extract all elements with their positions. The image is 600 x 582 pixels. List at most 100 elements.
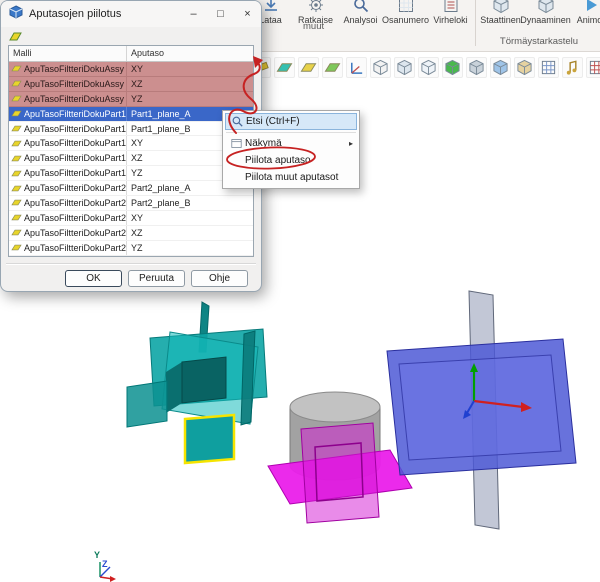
menu-item-label: Piilota aputaso bbox=[245, 155, 311, 166]
plane-table: Malli Aputaso ApuTasoFiltteriDokuAssy XY… bbox=[8, 45, 254, 257]
peruuta-button[interactable]: Peruuta bbox=[128, 270, 185, 287]
grid-blue-icon[interactable] bbox=[538, 57, 559, 78]
column-header-malli[interactable]: Malli bbox=[9, 46, 127, 61]
plane-icon bbox=[9, 93, 24, 104]
table-row[interactable]: ApuTasoFiltteriDokuPart1 Part1_plane_B bbox=[9, 122, 253, 137]
cube-blue-icon[interactable] bbox=[490, 57, 511, 78]
magnifier-icon bbox=[228, 115, 246, 128]
menu-item-label: Näkymä bbox=[245, 138, 282, 149]
table-row[interactable]: ApuTasoFiltteriDokuAssy XZ bbox=[9, 77, 253, 92]
ribbon-button-label: Staattinen bbox=[480, 15, 521, 25]
menu-item-etsi[interactable]: Etsi (Ctrl+F) bbox=[225, 113, 357, 130]
table-row[interactable]: ApuTasoFiltteriDokuPart2 XZ bbox=[9, 226, 253, 241]
dialog-title-bar[interactable]: Aputasojen piilotus – □ × bbox=[1, 1, 261, 27]
cell-malli: ApuTasoFiltteriDokuAssy bbox=[24, 62, 127, 76]
table-row[interactable]: ApuTasoFiltteriDokuPart1 Part1_plane_A bbox=[9, 107, 253, 122]
table-row[interactable]: ApuTasoFiltteriDokuPart2 XY bbox=[9, 211, 253, 226]
ok-button[interactable]: OK bbox=[65, 270, 122, 287]
table-row[interactable]: ApuTasoFiltteriDokuPart1 XZ bbox=[9, 151, 253, 166]
cell-malli: ApuTasoFiltteriDokuPart1 bbox=[24, 136, 127, 150]
dialog-app-icon bbox=[9, 5, 23, 24]
cube-wire-icon[interactable] bbox=[418, 57, 439, 78]
cube-icon bbox=[537, 0, 555, 14]
plane-icon bbox=[9, 212, 24, 223]
plane-teal-icon[interactable] bbox=[274, 57, 295, 78]
cell-malli: ApuTasoFiltteriDokuAssy bbox=[24, 92, 127, 106]
ribbon-button-label: Virheloki bbox=[433, 15, 467, 25]
ribbon-button-virheloki[interactable]: Virheloki bbox=[428, 0, 473, 25]
cube-shaded-icon[interactable] bbox=[394, 57, 415, 78]
table-row[interactable]: ApuTasoFiltteriDokuPart1 XY bbox=[9, 136, 253, 151]
menu-item-nakyma[interactable]: Näkymä ▸ bbox=[225, 135, 357, 152]
cell-malli: ApuTasoFiltteriDokuPart1 bbox=[24, 107, 127, 121]
plane-icon bbox=[9, 242, 24, 253]
table-row[interactable]: ApuTasoFiltteriDokuPart2 Part2_plane_A bbox=[9, 181, 253, 196]
window-controls: – □ × bbox=[180, 1, 261, 27]
context-menu: Etsi (Ctrl+F) Näkymä ▸ Piilota aputaso P… bbox=[222, 110, 360, 189]
part1-teal-model[interactable] bbox=[127, 302, 267, 427]
plane-table-body: ApuTasoFiltteriDokuAssy XY ApuTasoFiltte… bbox=[9, 62, 253, 256]
minimize-button[interactable]: – bbox=[180, 1, 207, 27]
cell-aputaso: YZ bbox=[127, 243, 253, 253]
triad-y-label: Y bbox=[94, 550, 100, 560]
cube-gray-icon[interactable] bbox=[466, 57, 487, 78]
close-button[interactable]: × bbox=[234, 1, 261, 27]
axes-icon[interactable] bbox=[346, 57, 367, 78]
assembly-blue-planes[interactable] bbox=[387, 291, 576, 529]
plane-icon bbox=[9, 138, 24, 149]
cube-white-icon[interactable] bbox=[370, 57, 391, 78]
cube-green-icon[interactable] bbox=[442, 57, 463, 78]
note-icon[interactable] bbox=[562, 57, 583, 78]
ribbon-button-label: Dynaaminen bbox=[520, 15, 571, 25]
table-row[interactable]: ApuTasoFiltteriDokuPart2 Part2_plane_B bbox=[9, 196, 253, 211]
table-row[interactable]: ApuTasoFiltteriDokuPart2 YZ bbox=[9, 241, 253, 256]
plane-icon bbox=[9, 63, 24, 74]
cell-malli: ApuTasoFiltteriDokuPart2 bbox=[24, 196, 127, 210]
magnifier-icon bbox=[352, 0, 370, 14]
cell-aputaso: XZ bbox=[127, 79, 253, 89]
cell-malli: ApuTasoFiltteriDokuPart2 bbox=[24, 226, 127, 240]
table-row[interactable]: ApuTasoFiltteriDokuPart1 YZ bbox=[9, 166, 253, 181]
cell-malli: ApuTasoFiltteriDokuPart2 bbox=[24, 181, 127, 195]
view-toolbar bbox=[250, 57, 600, 78]
ribbon-group-analysis: Lataa Ratkaise Analysoi Osanumero Virhel… bbox=[248, 0, 473, 25]
cell-aputaso: XZ bbox=[127, 228, 253, 238]
plane-table-header[interactable]: Malli Aputaso bbox=[9, 46, 253, 62]
ribbon-button-label: Osanumero bbox=[382, 15, 429, 25]
plane-icon bbox=[9, 168, 24, 179]
ribbon-button-label: Lataa bbox=[259, 15, 282, 25]
plane-icon bbox=[9, 108, 24, 119]
menu-separator bbox=[226, 132, 356, 133]
plane-icon bbox=[9, 78, 24, 89]
chart-icon[interactable] bbox=[586, 57, 600, 78]
selected-plane-highlight[interactable] bbox=[185, 415, 234, 463]
table-row[interactable]: ApuTasoFiltteriDokuAssy XY bbox=[9, 62, 253, 77]
cell-malli: ApuTasoFiltteriDokuPart1 bbox=[24, 151, 127, 165]
table-row[interactable]: ApuTasoFiltteriDokuAssy YZ bbox=[9, 92, 253, 107]
play-icon bbox=[582, 0, 600, 14]
plane-green-icon[interactable] bbox=[322, 57, 343, 78]
cell-aputaso: Part2_plane_B bbox=[127, 198, 253, 208]
menu-item-piilota-aputaso[interactable]: Piilota aputaso bbox=[225, 152, 357, 169]
part2-cylinder-model[interactable] bbox=[268, 392, 412, 523]
ribbon-button-dynaaminen[interactable]: Dynaaminen bbox=[523, 0, 568, 25]
ribbon-button-osanumero[interactable]: Osanumero bbox=[383, 0, 428, 25]
plane-icon bbox=[9, 153, 24, 164]
ribbon-group-label-collision: Törmäystarkastelu bbox=[480, 36, 598, 47]
menu-item-piilota-muut-aputasot[interactable]: Piilota muut aputasot bbox=[225, 169, 357, 186]
dialog-title: Aputasojen piilotus bbox=[29, 8, 121, 20]
ribbon-button-analysoi[interactable]: Analysoi bbox=[338, 0, 383, 25]
ribbon-button-animoi[interactable]: Animoi bbox=[568, 0, 600, 25]
plane-icon bbox=[9, 123, 24, 134]
cell-malli: ApuTasoFiltteriDokuPart2 bbox=[24, 211, 127, 225]
ribbon-button-staattinen[interactable]: Staattinen bbox=[478, 0, 523, 25]
ohje-button[interactable]: Ohje bbox=[191, 270, 248, 287]
ribbon-group-label-partial: muut bbox=[303, 21, 324, 32]
maximize-button[interactable]: □ bbox=[207, 1, 234, 27]
ribbon-button-label: Analysoi bbox=[343, 15, 377, 25]
menu-item-label: Piilota muut aputasot bbox=[245, 172, 338, 183]
plane-yellow-icon[interactable] bbox=[298, 57, 319, 78]
column-header-aputaso[interactable]: Aputaso bbox=[127, 46, 253, 61]
ribbon-button-label: Animoi bbox=[577, 15, 600, 25]
section-cube-icon[interactable] bbox=[514, 57, 535, 78]
